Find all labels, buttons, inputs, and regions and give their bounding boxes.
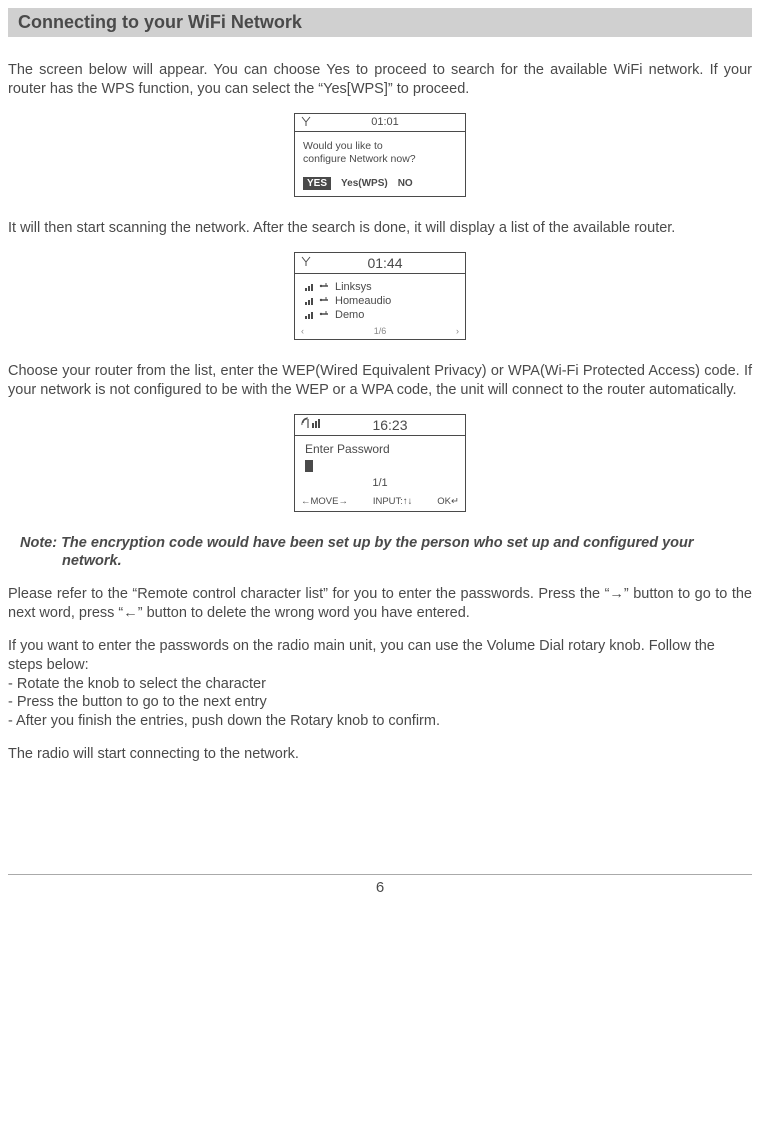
lock-icon <box>319 296 329 306</box>
router-name: Homeaudio <box>335 295 391 307</box>
hint-move: ←MOVE→ <box>301 496 348 507</box>
option-yes-wps[interactable]: Yes(WPS) <box>341 178 388 189</box>
instructions-intro: If you want to enter the passwords on th… <box>8 637 752 675</box>
bullet-item: - Press the button to go to the next ent… <box>8 693 752 712</box>
paragraph-6: The radio will start connecting to the n… <box>8 745 752 764</box>
router-name: Linksys <box>335 281 372 293</box>
clock-time: 01:01 <box>311 116 459 128</box>
instructions-block: If you want to enter the passwords on th… <box>8 637 752 731</box>
antenna-icon <box>301 116 311 129</box>
bullet-item: - After you finish the entries, push dow… <box>8 712 752 731</box>
option-no[interactable]: NO <box>398 178 413 189</box>
hint-ok: OK↵ <box>437 496 459 507</box>
note-text: Note: The encryption code would have bee… <box>20 534 752 572</box>
paragraph-3: Choose your router from the list, enter … <box>8 362 752 400</box>
bullet-item: - Rotate the knob to select the characte… <box>8 675 752 694</box>
hint-input: INPUT:↑↓ <box>373 496 413 507</box>
router-row[interactable]: Homeaudio <box>303 294 457 308</box>
lock-icon <box>319 310 329 320</box>
chevron-left-icon[interactable]: ‹ <box>301 326 304 336</box>
footer-rule <box>8 874 752 875</box>
page-number: 6 <box>0 879 760 904</box>
char-count: 1/1 <box>305 477 455 489</box>
option-yes[interactable]: YES <box>303 177 331 190</box>
lcd-screen-router-list: 01:44 Linksys Homeaudio Demo <box>294 252 466 340</box>
lcd-screen-password: 16:23 Enter Password 1/1 ←MOVE→ INPUT:↑↓… <box>294 414 466 512</box>
signal-icon <box>305 297 313 305</box>
lcd-screen-config-prompt: 01:01 Would you like to configure Networ… <box>294 113 466 197</box>
router-row[interactable]: Linksys <box>303 280 457 294</box>
signal-icon <box>305 283 313 291</box>
paragraph-1: The screen below will appear. You can ch… <box>8 61 752 99</box>
password-label: Enter Password <box>305 442 455 456</box>
lock-icon <box>319 282 329 292</box>
router-name: Demo <box>335 309 364 321</box>
section-header: Connecting to your WiFi Network <box>8 8 752 37</box>
clock-time: 16:23 <box>321 417 459 433</box>
prompt-text: Would you like to configure Network now? <box>295 132 465 173</box>
wifi-signal-icon <box>301 417 321 432</box>
pager-text: 1/6 <box>374 326 387 336</box>
paragraph-4: Please refer to the “Remote control char… <box>8 585 752 623</box>
clock-time: 01:44 <box>311 255 459 271</box>
text-cursor[interactable] <box>305 460 313 472</box>
antenna-icon <box>301 256 311 269</box>
signal-icon <box>305 311 313 319</box>
chevron-right-icon[interactable]: › <box>456 326 459 336</box>
paragraph-2: It will then start scanning the network.… <box>8 219 752 238</box>
router-row[interactable]: Demo <box>303 308 457 322</box>
